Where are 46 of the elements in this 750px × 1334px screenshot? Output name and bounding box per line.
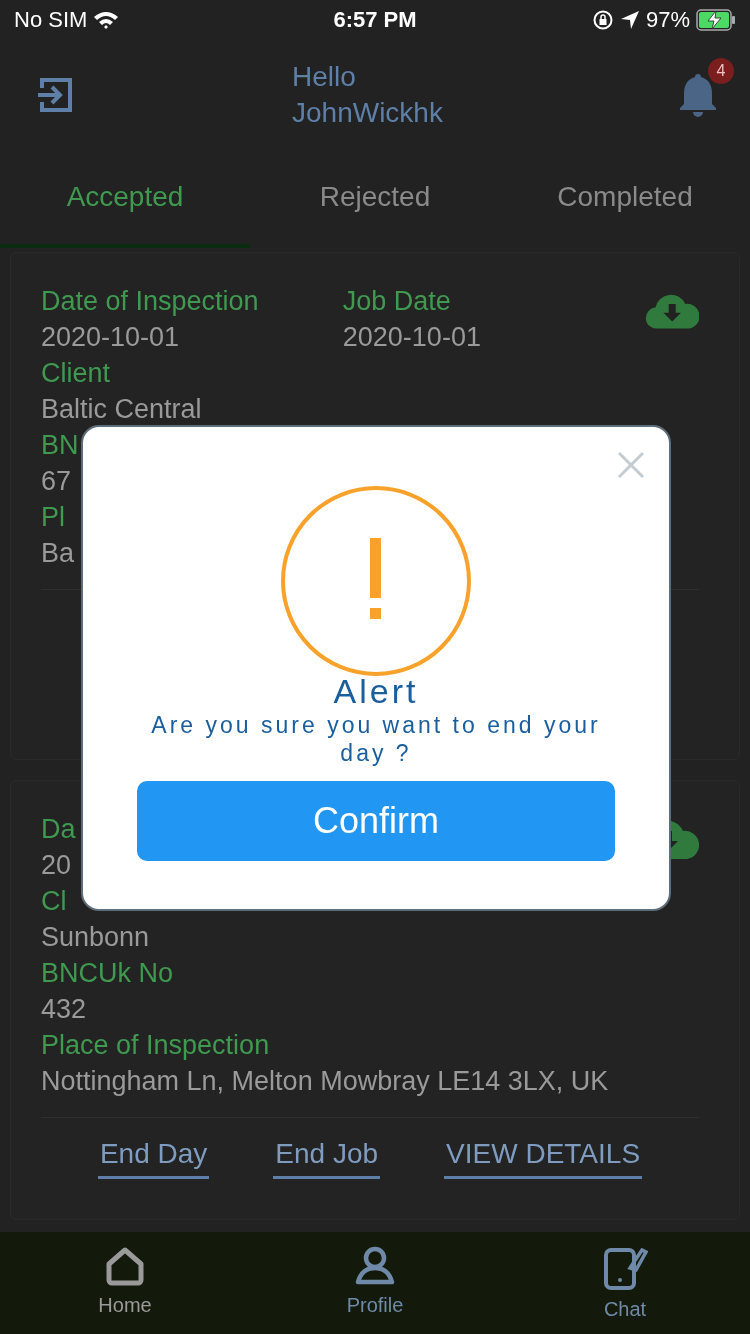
- field-value: 432: [41, 993, 87, 1026]
- field-value: Sunbonn: [41, 921, 150, 954]
- field-label: Pl: [41, 501, 65, 534]
- field-label: Client: [41, 357, 111, 390]
- field-value: 67: [41, 465, 72, 498]
- warning-icon: [280, 485, 472, 677]
- field-label: Job Date: [342, 285, 451, 318]
- field-label: Cl: [41, 885, 67, 918]
- notification-badge: 4: [708, 58, 734, 84]
- field-label: Place of Inspection: [41, 1029, 270, 1062]
- logout-icon[interactable]: [36, 76, 74, 114]
- field-label: Date of Inspection: [41, 285, 259, 318]
- rotation-lock-icon: [591, 9, 614, 31]
- action-link[interactable]: End Day: [97, 1138, 210, 1179]
- field-label: Da: [41, 813, 76, 846]
- action-link[interactable]: VIEW DETAILS: [444, 1138, 643, 1179]
- field-value: 2020-10-01: [41, 321, 180, 354]
- field-value: Baltic Central: [41, 393, 202, 426]
- nav-item[interactable]: Chat: [500, 1232, 750, 1334]
- field-value: 20: [41, 849, 72, 882]
- confirm-button[interactable]: Confirm: [137, 781, 615, 861]
- nav-item[interactable]: Home: [0, 1232, 250, 1334]
- tab[interactable]: Completed: [500, 150, 750, 248]
- location-arrow-icon: [619, 10, 640, 30]
- nav-item[interactable]: Profile: [250, 1232, 500, 1334]
- home-icon: [105, 1246, 145, 1286]
- close-icon: [617, 451, 645, 479]
- field-value: Nottingham Ln, Melton Mowbray LE14 3LX, UK: [41, 1065, 609, 1098]
- field-label: BN: [41, 429, 79, 462]
- tab[interactable]: Rejected: [250, 150, 500, 248]
- battery-percent: 97%: [645, 7, 690, 33]
- user-icon: [354, 1246, 396, 1286]
- tab[interactable]: Accepted: [0, 150, 250, 248]
- dialog-message: Are you sure you want to end your day ?: [150, 711, 602, 767]
- greeting-text: Hello: [292, 60, 357, 94]
- clock-text: 6:57 PM: [333, 7, 417, 33]
- dialog-title: Alert: [333, 673, 419, 709]
- wifi-icon: [93, 10, 120, 30]
- battery-charging-icon: [696, 9, 736, 31]
- user-name: JohnWickhk: [292, 96, 444, 130]
- field-label: BNCUk No: [41, 957, 174, 990]
- tablet-pen-icon: [602, 1246, 648, 1290]
- field-value: 2020-10-01: [342, 321, 481, 354]
- action-link[interactable]: End Job: [273, 1138, 381, 1179]
- field-value: Ba: [41, 537, 75, 570]
- carrier-text: No SIM: [14, 7, 88, 33]
